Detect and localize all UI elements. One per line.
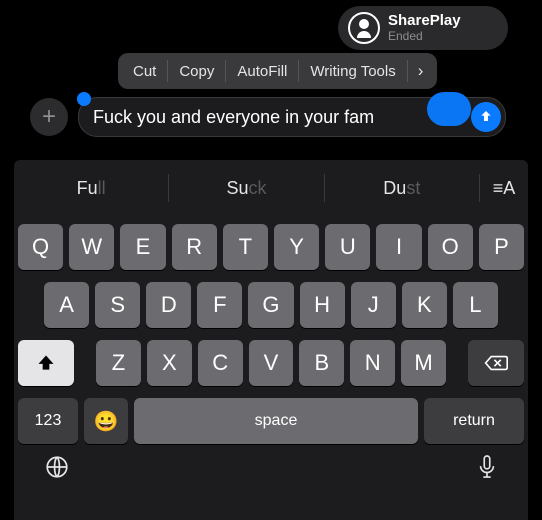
arrow-up-icon [478, 109, 494, 125]
ctx-copy[interactable]: Copy [168, 63, 225, 80]
shareplay-subtitle: Ended [388, 30, 461, 43]
selection-handle-left[interactable] [77, 92, 91, 106]
key-j[interactable]: J [351, 282, 396, 328]
shareplay-icon [348, 12, 380, 44]
key-return[interactable]: return [424, 398, 524, 444]
key-g[interactable]: G [248, 282, 293, 328]
spacer [18, 282, 38, 328]
key-row-1: Q W E R T Y U I O P [14, 224, 528, 270]
sugg3-main: Du [383, 178, 406, 198]
key-row-bottom: 123 😀 space return [14, 398, 528, 444]
key-o[interactable]: O [428, 224, 473, 270]
shareplay-title: SharePlay [388, 13, 461, 30]
key-e[interactable]: E [120, 224, 165, 270]
key-w[interactable]: W [69, 224, 114, 270]
key-numbers[interactable]: 123 [18, 398, 78, 444]
key-row-2: A S D F G H J K L [14, 282, 528, 328]
key-v[interactable]: V [249, 340, 294, 386]
sugg2-main: Su [226, 178, 248, 198]
key-d[interactable]: D [146, 282, 191, 328]
key-u[interactable]: U [325, 224, 370, 270]
sugg2-ghost: ck [249, 178, 267, 198]
key-s[interactable]: S [95, 282, 140, 328]
ctx-cut[interactable]: Cut [122, 63, 167, 80]
spacer [504, 282, 524, 328]
key-space[interactable]: space [134, 398, 418, 444]
key-p[interactable]: P [479, 224, 524, 270]
sugg1-ghost: ll [98, 178, 106, 198]
key-delete[interactable] [468, 340, 524, 386]
text-format-icon[interactable]: ≡A [479, 174, 528, 202]
message-input[interactable]: Fuck you and everyone in your fam [78, 97, 506, 137]
key-h[interactable]: H [300, 282, 345, 328]
sugg3-ghost: st [406, 178, 420, 198]
suggestion-2[interactable]: Suck [169, 178, 323, 199]
key-r[interactable]: R [172, 224, 217, 270]
shareplay-text: SharePlay Ended [388, 13, 461, 43]
key-t[interactable]: T [223, 224, 268, 270]
keyboard: Full Suck Dust ≡A Q W E R T Y U I O P A … [14, 160, 528, 520]
key-q[interactable]: Q [18, 224, 63, 270]
mic-icon[interactable] [476, 454, 498, 486]
key-c[interactable]: C [198, 340, 243, 386]
delete-icon [484, 353, 508, 373]
compose-row: + Fuck you and everyone in your fam [30, 98, 506, 136]
key-emoji[interactable]: 😀 [84, 398, 128, 444]
suggestion-1[interactable]: Full [14, 178, 168, 199]
ctx-autofill[interactable]: AutoFill [226, 63, 298, 80]
text-context-menu: Cut Copy AutoFill Writing Tools › [118, 53, 437, 89]
mic-svg-icon [476, 454, 498, 480]
selection-handle-right[interactable] [427, 92, 471, 126]
key-b[interactable]: B [299, 340, 344, 386]
key-m[interactable]: M [401, 340, 446, 386]
key-z[interactable]: Z [96, 340, 141, 386]
shareplay-notification[interactable]: SharePlay Ended [338, 6, 508, 50]
shift-icon [36, 353, 56, 373]
key-f[interactable]: F [197, 282, 242, 328]
add-button[interactable]: + [30, 98, 68, 136]
key-i[interactable]: I [376, 224, 421, 270]
globe-svg-icon [44, 454, 70, 480]
message-input-text: Fuck you and everyone in your fam [93, 107, 467, 128]
suggestion-bar: Full Suck Dust ≡A [14, 164, 528, 212]
key-a[interactable]: A [44, 282, 89, 328]
ctx-writing-tools[interactable]: Writing Tools [299, 63, 406, 80]
key-shift[interactable] [18, 340, 74, 386]
send-button[interactable] [471, 102, 501, 132]
ctx-more-icon[interactable]: › [408, 61, 434, 81]
globe-icon[interactable] [44, 454, 70, 486]
key-n[interactable]: N [350, 340, 395, 386]
spacer [452, 340, 462, 386]
key-x[interactable]: X [147, 340, 192, 386]
keyboard-function-row [14, 444, 528, 490]
key-k[interactable]: K [402, 282, 447, 328]
key-y[interactable]: Y [274, 224, 319, 270]
key-row-3: Z X C V B N M [14, 340, 528, 386]
spacer [80, 340, 90, 386]
key-l[interactable]: L [453, 282, 498, 328]
sugg1-main: Fu [77, 178, 98, 198]
suggestion-3[interactable]: Dust [325, 178, 479, 199]
